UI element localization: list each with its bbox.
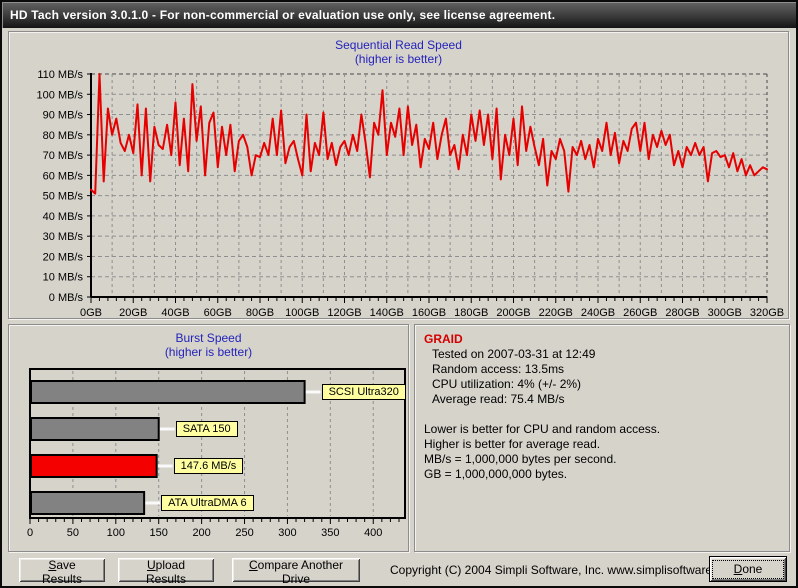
save-results-button[interactable]: Save Results (19, 558, 105, 582)
svg-text:30 MB/s: 30 MB/s (43, 231, 84, 243)
svg-text:180GB: 180GB (454, 307, 488, 318)
svg-text:300GB: 300GB (708, 307, 742, 318)
svg-text:260GB: 260GB (623, 307, 657, 318)
svg-text:300: 300 (278, 527, 296, 539)
title-bar[interactable]: HD Tach version 3.0.1.0 - For non-commer… (2, 2, 796, 28)
svg-text:0GB: 0GB (80, 307, 102, 318)
bar-label: SCSI Ultra320 (322, 384, 406, 400)
window-title: HD Tach version 3.0.1.0 - For non-commer… (10, 8, 555, 22)
svg-text:350: 350 (321, 527, 339, 539)
svg-text:150: 150 (150, 527, 168, 539)
done-button-label: Done (712, 560, 784, 579)
upload-results-button[interactable]: Upload Results (118, 558, 214, 582)
bar-label: SATA 150 (176, 421, 238, 437)
svg-text:70 MB/s: 70 MB/s (43, 150, 84, 162)
svg-text:280GB: 280GB (665, 307, 699, 318)
note-line: MB/s = 1,000,000 bytes per second. (424, 452, 780, 467)
svg-text:40 MB/s: 40 MB/s (43, 211, 84, 223)
svg-text:320GB: 320GB (750, 307, 784, 318)
svg-text:60 MB/s: 60 MB/s (43, 170, 84, 182)
svg-text:50 MB/s: 50 MB/s (43, 191, 84, 203)
svg-text:60GB: 60GB (204, 307, 232, 318)
svg-text:110 MB/s: 110 MB/s (37, 69, 83, 81)
svg-text:90 MB/s: 90 MB/s (43, 110, 84, 122)
svg-text:40GB: 40GB (161, 307, 189, 318)
svg-text:80GB: 80GB (246, 307, 274, 318)
svg-text:160GB: 160GB (412, 307, 446, 318)
compare-another-drive-button[interactable]: Compare Another Drive (232, 558, 360, 582)
svg-text:100: 100 (107, 527, 125, 539)
burst-speed-chart: 0 50 100 150 200 250 300 350 400 (9, 325, 408, 551)
svg-text:20GB: 20GB (119, 307, 147, 318)
average-read-text: Average read: 75.4 MB/s (424, 392, 780, 407)
note-line: Lower is better for CPU and random acces… (424, 422, 780, 437)
drive-info-panel: GRAID Tested on 2007-03-31 at 12:49 Rand… (414, 324, 790, 552)
svg-text:0 MB/s: 0 MB/s (49, 292, 84, 304)
svg-text:120GB: 120GB (327, 307, 361, 318)
svg-text:0: 0 (27, 527, 33, 539)
svg-text:80 MB/s: 80 MB/s (43, 130, 84, 142)
copyright-text: Copyright (C) 2004 Simpli Software, Inc.… (390, 563, 738, 577)
svg-text:220GB: 220GB (539, 307, 573, 318)
svg-text:140GB: 140GB (370, 307, 404, 318)
cpu-utilization-text: CPU utilization: 4% (+/- 2%) (424, 377, 780, 392)
random-access-text: Random access: 13.5ms (424, 362, 780, 377)
note-line: Higher is better for average read. (424, 437, 780, 452)
bar-label: 147.6 MB/s (174, 458, 244, 474)
sequential-read-panel: Sequential Read Speed (higher is better)… (8, 31, 789, 319)
svg-text:250: 250 (235, 527, 253, 539)
tested-on-text: Tested on 2007-03-31 at 12:49 (424, 347, 780, 362)
svg-text:200: 200 (192, 527, 210, 539)
note-line: GB = 1,000,000,000 bytes. (424, 467, 780, 482)
bar-label: ATA UltraDMA 6 (161, 495, 253, 511)
svg-text:240GB: 240GB (581, 307, 615, 318)
svg-text:10 MB/s: 10 MB/s (43, 272, 84, 284)
done-button[interactable]: Done (710, 557, 786, 581)
burst-speed-panel: Burst Speed (higher is better) 050100150… (8, 324, 409, 552)
sequential-read-chart: 0 MB/s 10 MB/s 20 MB/s 30 MB/s 40 MB/s 50 MB/… (9, 32, 788, 318)
svg-text:100GB: 100GB (285, 307, 319, 318)
svg-text:50: 50 (67, 527, 79, 539)
svg-text:400: 400 (364, 527, 382, 539)
drive-name: GRAID (424, 332, 780, 347)
svg-text:100 MB/s: 100 MB/s (37, 89, 84, 101)
svg-text:200GB: 200GB (496, 307, 530, 318)
app-window: HD Tach version 3.0.1.0 - For non-commer… (0, 0, 798, 588)
svg-text:20 MB/s: 20 MB/s (43, 251, 84, 263)
